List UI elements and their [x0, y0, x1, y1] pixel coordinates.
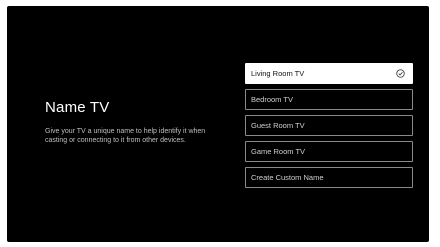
- option-label: Game Room TV: [251, 147, 306, 156]
- option-create-custom-name[interactable]: Create Custom Name: [245, 167, 413, 188]
- option-label: Create Custom Name: [251, 173, 324, 182]
- option-living-room-tv[interactable]: Living Room TV: [245, 63, 413, 84]
- page-description: Give your TV a unique name to help ident…: [45, 128, 206, 144]
- name-options-list: Living Room TV Bedroom TV Guest Room TV …: [245, 63, 413, 193]
- option-bedroom-tv[interactable]: Bedroom TV: [245, 89, 413, 110]
- tv-screen: Name TV Give your TV a unique name to he…: [7, 6, 429, 242]
- check-circle-icon: [396, 69, 405, 78]
- page-title: Name TV: [45, 99, 110, 116]
- option-guest-room-tv[interactable]: Guest Room TV: [245, 115, 413, 136]
- option-label: Living Room TV: [251, 69, 305, 78]
- option-game-room-tv[interactable]: Game Room TV: [245, 141, 413, 162]
- option-label: Guest Room TV: [251, 121, 305, 130]
- option-label: Bedroom TV: [251, 95, 293, 104]
